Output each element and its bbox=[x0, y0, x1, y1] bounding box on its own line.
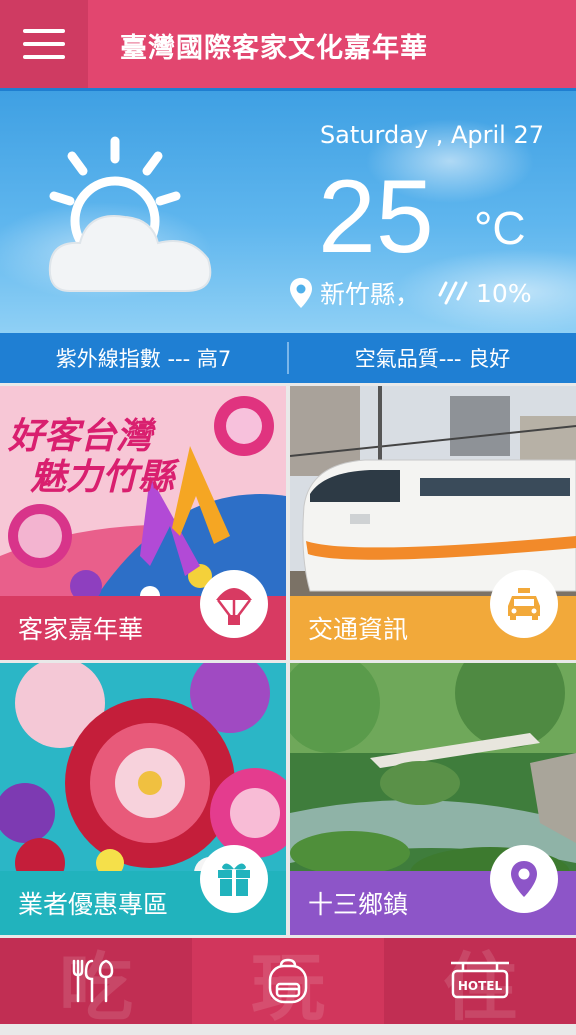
menu-button[interactable] bbox=[0, 0, 88, 88]
tile-label: 十三鄉鎮 bbox=[308, 890, 409, 919]
tile-traffic-info[interactable]: 交通資訊 bbox=[290, 386, 576, 660]
location-row: 新竹縣， 10% bbox=[290, 275, 532, 311]
hotel-sign-text: HOTEL bbox=[458, 979, 503, 993]
app-header: 臺灣國際客家文化嘉年華 bbox=[0, 0, 576, 88]
parachute-icon bbox=[216, 588, 252, 625]
parachute-icon-circle bbox=[200, 570, 268, 638]
tile-thirteen-townships[interactable]: 十三鄉鎮 bbox=[290, 663, 576, 935]
location-pin-icon-circle bbox=[490, 845, 558, 913]
utensils-icon bbox=[72, 959, 114, 1003]
tab-stay[interactable]: 住 HOTEL bbox=[384, 938, 576, 1031]
location-text: 新竹縣， bbox=[320, 280, 421, 309]
banner-text-line1: 好客台灣 bbox=[8, 415, 153, 457]
hamburger-menu-icon bbox=[23, 29, 65, 59]
banner-text-line2: 魅力竹縣 bbox=[30, 456, 175, 499]
gift-icon bbox=[218, 863, 250, 896]
tile-label: 交通資訊 bbox=[308, 615, 409, 644]
app-title: 臺灣國際客家文化嘉年華 bbox=[120, 33, 428, 64]
tab-eat[interactable]: 吃 bbox=[0, 938, 192, 1031]
taxi-icon-circle bbox=[490, 570, 558, 638]
temperature-value: 25 bbox=[318, 159, 434, 275]
tile-hakka-carnival[interactable]: 好客台灣 魅力竹縣 客家嘉年華 bbox=[0, 386, 286, 660]
partly-cloudy-icon bbox=[48, 136, 212, 292]
tile-vendor-discounts[interactable]: 業者優惠專區 bbox=[0, 663, 286, 935]
tile-label: 業者優惠專區 bbox=[18, 890, 169, 919]
tab-play[interactable]: 玩 bbox=[192, 938, 384, 1031]
temperature-unit: °C bbox=[474, 202, 526, 254]
location-pin-icon bbox=[511, 861, 537, 897]
air-quality: 空氣品質--- 良好 bbox=[354, 347, 511, 371]
tile-label: 客家嘉年華 bbox=[18, 615, 144, 644]
location-pin-icon bbox=[290, 278, 312, 308]
weather-panel: Saturday , April 27 25 °C 新竹縣， 10% bbox=[0, 88, 576, 333]
weather-info-bar: 紫外線指數 --- 高7 空氣品質--- 良好 bbox=[0, 333, 576, 383]
gift-icon-circle bbox=[200, 845, 268, 913]
hotel-sign-icon: HOTEL bbox=[451, 961, 509, 999]
weather-date: Saturday , April 27 bbox=[319, 121, 544, 149]
taxi-icon bbox=[508, 588, 540, 620]
rain-chance: 10% bbox=[476, 278, 532, 308]
bottom-nav: 吃 玩 住 HOTEL bbox=[0, 938, 576, 1031]
banner-text: 好客台灣 魅力竹縣 bbox=[8, 415, 175, 499]
rain-icon bbox=[438, 281, 468, 305]
backpack-icon bbox=[268, 958, 308, 1004]
uv-index: 紫外線指數 --- 高7 bbox=[55, 347, 232, 371]
